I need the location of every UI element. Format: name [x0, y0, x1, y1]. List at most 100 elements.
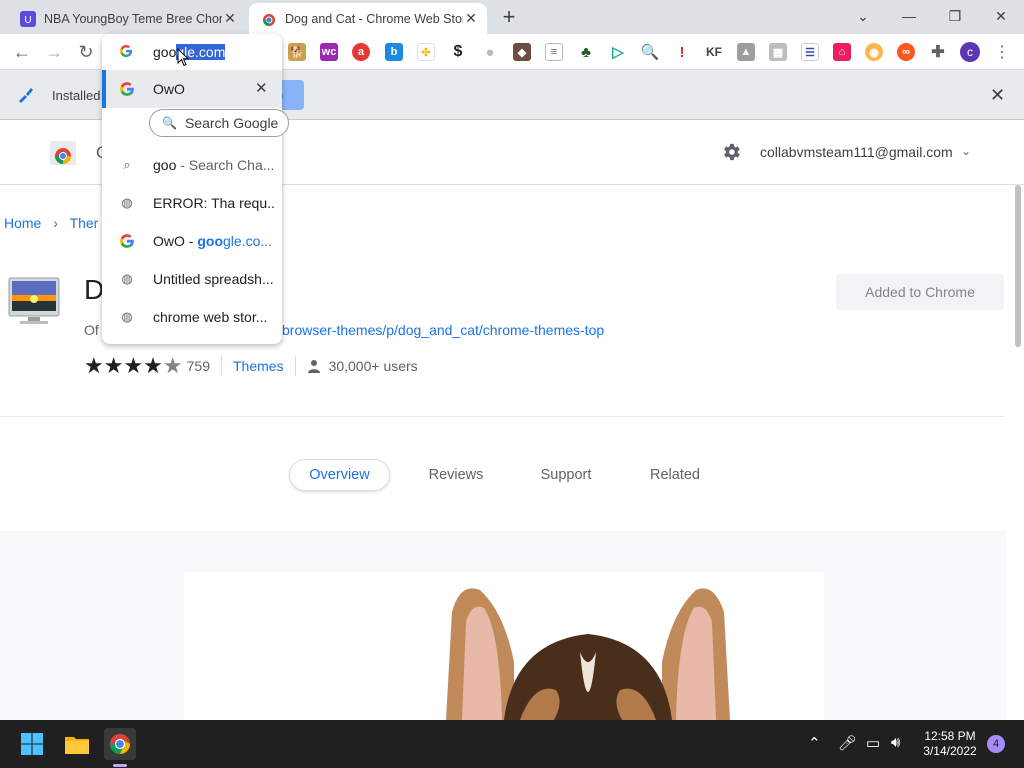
remove-suggestion-icon[interactable]: ✕	[255, 79, 268, 97]
document-extension-icon[interactable]: ≡	[545, 43, 563, 61]
infobar-label: Installed	[52, 88, 101, 103]
volume-icon[interactable]: 🔊︎	[891, 734, 900, 751]
puzzle-extensions-icon[interactable]: ✚	[929, 43, 947, 61]
kf-extension-icon[interactable]: KF	[703, 43, 725, 61]
page-scrollbar[interactable]	[1014, 185, 1022, 720]
tab-reviews[interactable]: Reviews	[416, 459, 496, 491]
settings-gear-icon[interactable]	[720, 141, 742, 163]
chrome-web-store-icon	[263, 13, 275, 26]
breadcrumb-themes[interactable]: Ther	[70, 215, 99, 231]
clock-time: 12:58 PM	[924, 729, 976, 743]
suggestion-text: ERROR: Tha requ...	[153, 195, 275, 211]
notification-badge[interactable]: 4	[987, 735, 1005, 753]
reload-icon[interactable]: ↻	[74, 40, 98, 64]
tab-search-icon[interactable]: ⌄	[840, 0, 886, 32]
clock-date: 3/14/2022	[923, 744, 977, 758]
search-google-chip[interactable]: 🔍 Search Google	[149, 109, 289, 137]
image-extension-icon[interactable]: ▲	[737, 43, 755, 61]
suggestion-owo-google[interactable]: OwO - google.co...	[102, 222, 282, 260]
typed-prefix: goo	[153, 44, 177, 60]
play-extension-icon[interactable]: ▷	[609, 43, 627, 61]
owl-extension-icon[interactable]: ◉	[865, 43, 883, 61]
section-divider	[0, 416, 1004, 417]
grid-extension-icon[interactable]: ✣	[417, 43, 435, 61]
tab-related[interactable]: Related	[640, 459, 710, 491]
system-clock[interactable]: 12:58 PM 3/14/2022	[918, 729, 982, 759]
infinity-extension-icon[interactable]: ∞	[897, 43, 915, 61]
pokemon-extension-icon[interactable]: ◆	[513, 43, 531, 61]
offered-by-link[interactable]: browser-themes/p/dog_and_cat/chrome-them…	[282, 322, 604, 338]
breadcrumb-chevron-icon: ›	[53, 215, 58, 231]
forward-icon[interactable]: →	[42, 40, 66, 64]
shamrock-extension-icon[interactable]: ♣	[577, 43, 595, 61]
stripes-extension-icon[interactable]: ☰	[801, 43, 819, 61]
microphone-icon[interactable]: 🎤︎	[838, 734, 857, 752]
theme-screenshot-image[interactable]	[184, 572, 824, 720]
suggestion-text: chrome web stor...	[153, 309, 268, 325]
suggestion-owo[interactable]: OwO ✕	[102, 70, 282, 108]
category-link[interactable]: Themes	[233, 358, 284, 374]
globe-icon: ◍	[121, 271, 133, 286]
divider	[220, 356, 222, 376]
moon-extension-icon[interactable]: ●	[481, 43, 499, 61]
show-hidden-icons-icon[interactable]: ⌃	[808, 734, 821, 752]
back-icon[interactable]: ←	[10, 40, 34, 64]
close-tab-icon[interactable]: ✕	[222, 10, 238, 27]
wc-extension-icon[interactable]: wc	[320, 43, 338, 61]
suggestion-text: goo - Search Cha...	[153, 157, 275, 173]
tab-nba-youngboy[interactable]: U NBA YoungBoy Teme Bree Chome ✕	[8, 3, 246, 34]
search-icon: 🔍	[162, 116, 177, 130]
globe-icon: ◍	[121, 195, 133, 210]
suggestion-untitled-spreadsheet[interactable]: ◍ Untitled spreadsh...	[102, 260, 282, 298]
dollar-extension-icon[interactable]: $	[449, 43, 467, 61]
ask-extension-icon[interactable]: a	[352, 43, 370, 61]
chrome-taskbar-icon[interactable]	[104, 728, 136, 760]
infobar-close-icon[interactable]: ✕	[990, 85, 1005, 106]
doge-extension-icon[interactable]: 🐕	[288, 43, 306, 61]
mouse-cursor-icon	[177, 48, 189, 67]
network-icon[interactable]: ▭	[866, 734, 880, 752]
star-rating[interactable]: ★★★★★	[84, 353, 183, 379]
suggestion-error-page[interactable]: ◍ ERROR: Tha requ...	[102, 184, 282, 222]
google-g-icon	[119, 45, 133, 58]
corgi-dog-image	[446, 588, 730, 720]
suggestion-text: OwO - google.co...	[153, 233, 273, 249]
windows-start-icon[interactable]	[16, 728, 48, 760]
b-extension-icon[interactable]: b	[385, 43, 403, 61]
grid2-extension-icon[interactable]: ▦	[769, 43, 787, 61]
tab-title: Dog and Cat - Chrome Web Store	[285, 11, 463, 26]
user-count: 30,000+ users	[328, 358, 418, 374]
offered-by-label: Of	[84, 322, 99, 338]
profile-avatar[interactable]: c	[960, 42, 980, 62]
magnifier-extension-icon[interactable]: 🔍	[641, 43, 659, 61]
omnibox-dropdown: google.com OwO ✕ 🔍 Search Google ⌕ goo -…	[102, 34, 289, 344]
minimize-button[interactable]: —	[886, 0, 932, 32]
rating-count[interactable]: 759	[187, 358, 210, 374]
file-explorer-icon[interactable]	[61, 728, 93, 760]
svg-text:U: U	[24, 15, 31, 26]
breadcrumb: Home › Ther	[4, 215, 98, 231]
windows-taskbar: ⌃ 🎤︎ ▭ 🔊︎ 12:58 PM 3/14/2022 4	[0, 720, 1024, 768]
tab-overview[interactable]: Overview	[289, 459, 390, 491]
tab-strip: U NBA YoungBoy Teme Bree Chome ✕ Dog and…	[0, 0, 1024, 34]
tab-dog-and-cat[interactable]: Dog and Cat - Chrome Web Store ✕	[249, 3, 487, 34]
account-email[interactable]: collabvmsteam111@gmail.com	[760, 144, 953, 160]
tab-support[interactable]: Support	[528, 459, 604, 491]
suggestion-chrome-web-store[interactable]: ◍ chrome web stor...	[102, 298, 282, 336]
search-google-label: Search Google	[184, 115, 279, 131]
chrome-web-store-logo[interactable]	[48, 139, 78, 167]
address-bar-input[interactable]: google.com	[102, 34, 282, 70]
site-favicon-icon: U	[20, 10, 36, 27]
close-tab-icon[interactable]: ✕	[463, 10, 479, 27]
close-window-button[interactable]: ✕	[978, 0, 1024, 32]
menu-kebab-icon[interactable]: ⋮	[990, 40, 1014, 64]
account-chevron-down-icon[interactable]: ⌄	[961, 144, 971, 158]
new-tab-button[interactable]: +	[497, 6, 521, 30]
breadcrumb-home[interactable]: Home	[4, 215, 41, 231]
maximize-button[interactable]: ❐	[932, 0, 978, 32]
i-extension-icon[interactable]: !	[673, 43, 691, 61]
suggestion-search-goo[interactable]: ⌕ goo - Search Cha...	[102, 146, 282, 184]
camera-extension-icon[interactable]: ⌂	[833, 43, 851, 61]
added-to-chrome-button[interactable]: Added to Chrome	[836, 274, 1004, 310]
scrollbar-thumb[interactable]	[1015, 185, 1021, 347]
